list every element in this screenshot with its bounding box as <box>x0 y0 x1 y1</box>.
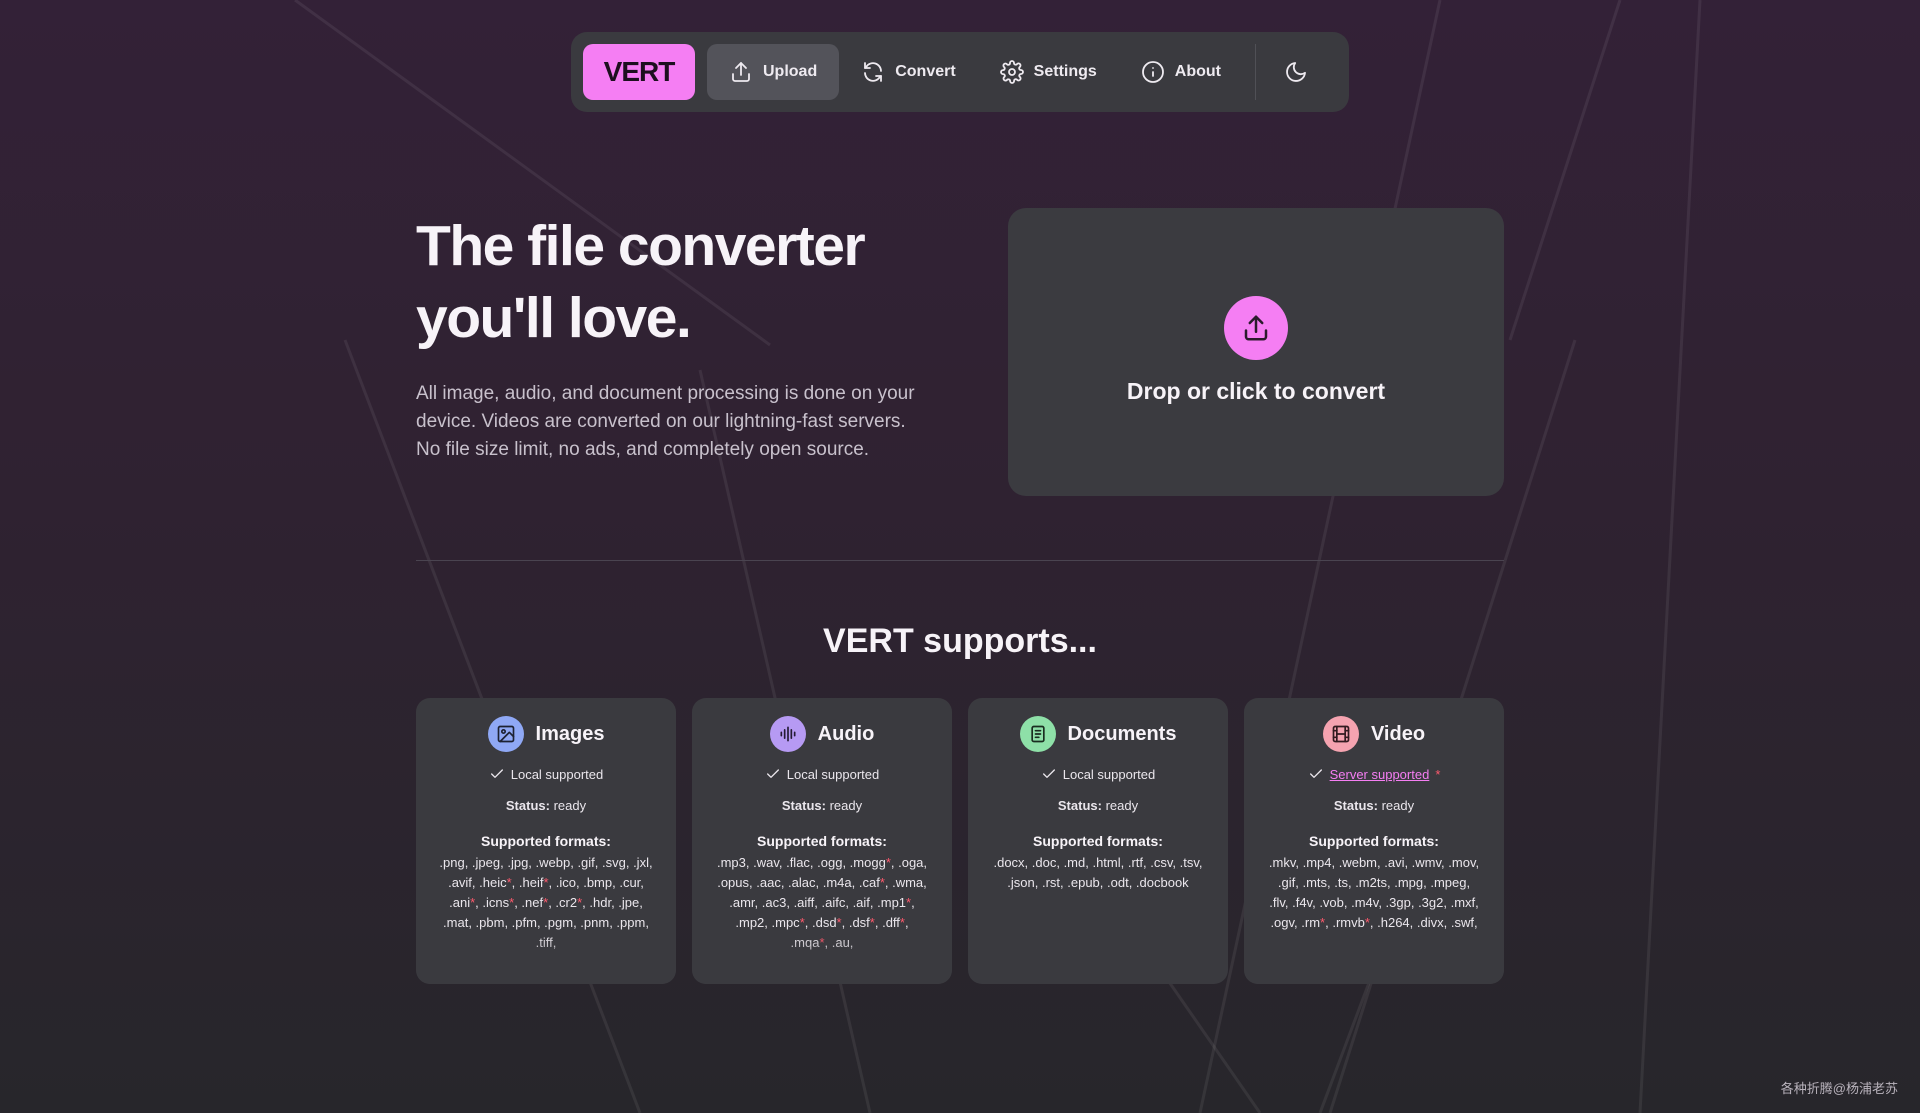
formats-heading: Supported formats: <box>1033 833 1163 849</box>
status-line: Status: ready <box>416 798 676 813</box>
support-label: Local supported <box>510 766 604 782</box>
status-value: ready <box>1381 798 1415 813</box>
status-value: ready <box>553 798 587 813</box>
format-asterisk: * <box>885 855 891 870</box>
upload-icon <box>1244 315 1268 341</box>
image-icon <box>487 716 524 752</box>
support-line: Local supported <box>416 766 676 782</box>
top-navigation: VERT Upload Convert Settings About <box>571 32 1349 112</box>
vert-logo[interactable]: VERT <box>583 44 695 100</box>
hero-title-line1: The file converter <box>416 214 866 278</box>
format-asterisk: * <box>543 895 549 910</box>
watermark: 各种折腾@杨浦老苏 <box>1780 1081 1898 1096</box>
format-asterisk: * <box>836 915 842 930</box>
format-asterisk: * <box>470 895 476 910</box>
support-line: Local supported <box>692 766 952 782</box>
card-documents: Documents Local supported Status: ready … <box>968 698 1228 984</box>
card-title: Audio <box>817 722 875 745</box>
formats-heading: Supported formats: <box>481 833 611 849</box>
nav-about[interactable]: About <box>1119 44 1243 100</box>
support-line: Server supported * <box>1244 766 1504 782</box>
format-asterisk: * <box>799 915 805 930</box>
check-icon <box>1309 769 1322 778</box>
film-icon <box>1322 716 1359 752</box>
server-supported-link[interactable]: Server supported <box>1330 767 1430 782</box>
nav-divider <box>1255 44 1256 100</box>
check-icon <box>490 769 503 778</box>
support-line: Local supported <box>968 766 1228 782</box>
status-line: Status: ready <box>692 798 952 813</box>
check-icon <box>766 769 779 778</box>
formats-heading: Supported formats: <box>757 833 887 849</box>
card-fade <box>692 934 952 984</box>
format-cards: Images Local supported Status: ready Sup… <box>416 698 1504 984</box>
status-value: ready <box>1105 798 1139 813</box>
format-asterisk: * <box>869 915 875 930</box>
moon-icon <box>1286 62 1306 82</box>
format-asterisk: * <box>1364 915 1370 930</box>
status-label: Status: <box>505 798 550 813</box>
supports-title: VERT supports... <box>823 622 1097 660</box>
info-icon <box>1141 61 1164 83</box>
status-line: Status: ready <box>1244 798 1504 813</box>
nav-about-label: About <box>1174 63 1221 80</box>
hero-title: The file converter you'll love. <box>416 210 936 354</box>
card-video: Video Server supported * Status: ready Su… <box>1244 698 1504 984</box>
card-fade <box>416 934 676 984</box>
audio-wave-icon <box>769 716 806 752</box>
formats-list: .docx, .doc, .md, .html, .rtf, .csv, .ts… <box>993 855 1203 890</box>
format-asterisk: * <box>879 875 885 890</box>
section-divider <box>416 560 1504 561</box>
status-label: Status: <box>781 798 826 813</box>
nav-convert[interactable]: Convert <box>839 44 977 100</box>
formats-list: .mkv, .mp4, .webm, .avi, .wmv, .mov, .gi… <box>1268 855 1480 930</box>
check-icon <box>1042 769 1055 778</box>
theme-toggle-button[interactable] <box>1276 52 1316 92</box>
format-asterisk: * <box>506 875 512 890</box>
nav-convert-label: Convert <box>895 63 956 80</box>
nav-upload-label: Upload <box>763 63 818 80</box>
hero-description: All image, audio, and document processin… <box>416 383 915 460</box>
format-asterisk: * <box>509 895 515 910</box>
nav-settings[interactable]: Settings <box>978 44 1119 100</box>
card-audio: Audio Local supported Status: ready Supp… <box>692 698 952 984</box>
card-title: Images <box>535 722 605 745</box>
formats-heading: Supported formats: <box>1309 833 1439 849</box>
format-asterisk: * <box>906 895 912 910</box>
format-asterisk: * <box>577 895 583 910</box>
status-value: ready <box>829 798 863 813</box>
card-title: Documents <box>1067 722 1177 745</box>
support-label: Local supported <box>786 766 880 782</box>
nav-settings-label: Settings <box>1033 63 1097 80</box>
upload-icon <box>732 62 750 82</box>
status-label: Status: <box>1333 798 1378 813</box>
format-asterisk: * <box>543 875 549 890</box>
file-dropzone[interactable]: Drop or click to convert <box>1008 208 1504 496</box>
card-title: Video <box>1370 722 1426 745</box>
card-fade <box>1244 934 1504 984</box>
format-asterisk: * <box>1320 915 1326 930</box>
status-label: Status: <box>1057 798 1102 813</box>
support-label: Local supported <box>1062 766 1156 782</box>
dropzone-upload-button[interactable] <box>1224 296 1288 360</box>
nav-upload[interactable]: Upload <box>707 44 840 100</box>
dropzone-label: Drop or click to convert <box>1126 378 1386 404</box>
server-asterisk: * <box>1435 766 1441 782</box>
document-icon <box>1019 716 1056 752</box>
format-asterisk: * <box>899 915 905 930</box>
gear-icon <box>999 60 1024 84</box>
refresh-icon <box>864 62 883 82</box>
hero-title-line2: you'll love. <box>416 286 692 350</box>
card-images: Images Local supported Status: ready Sup… <box>416 698 676 984</box>
status-line: Status: ready <box>968 798 1228 813</box>
